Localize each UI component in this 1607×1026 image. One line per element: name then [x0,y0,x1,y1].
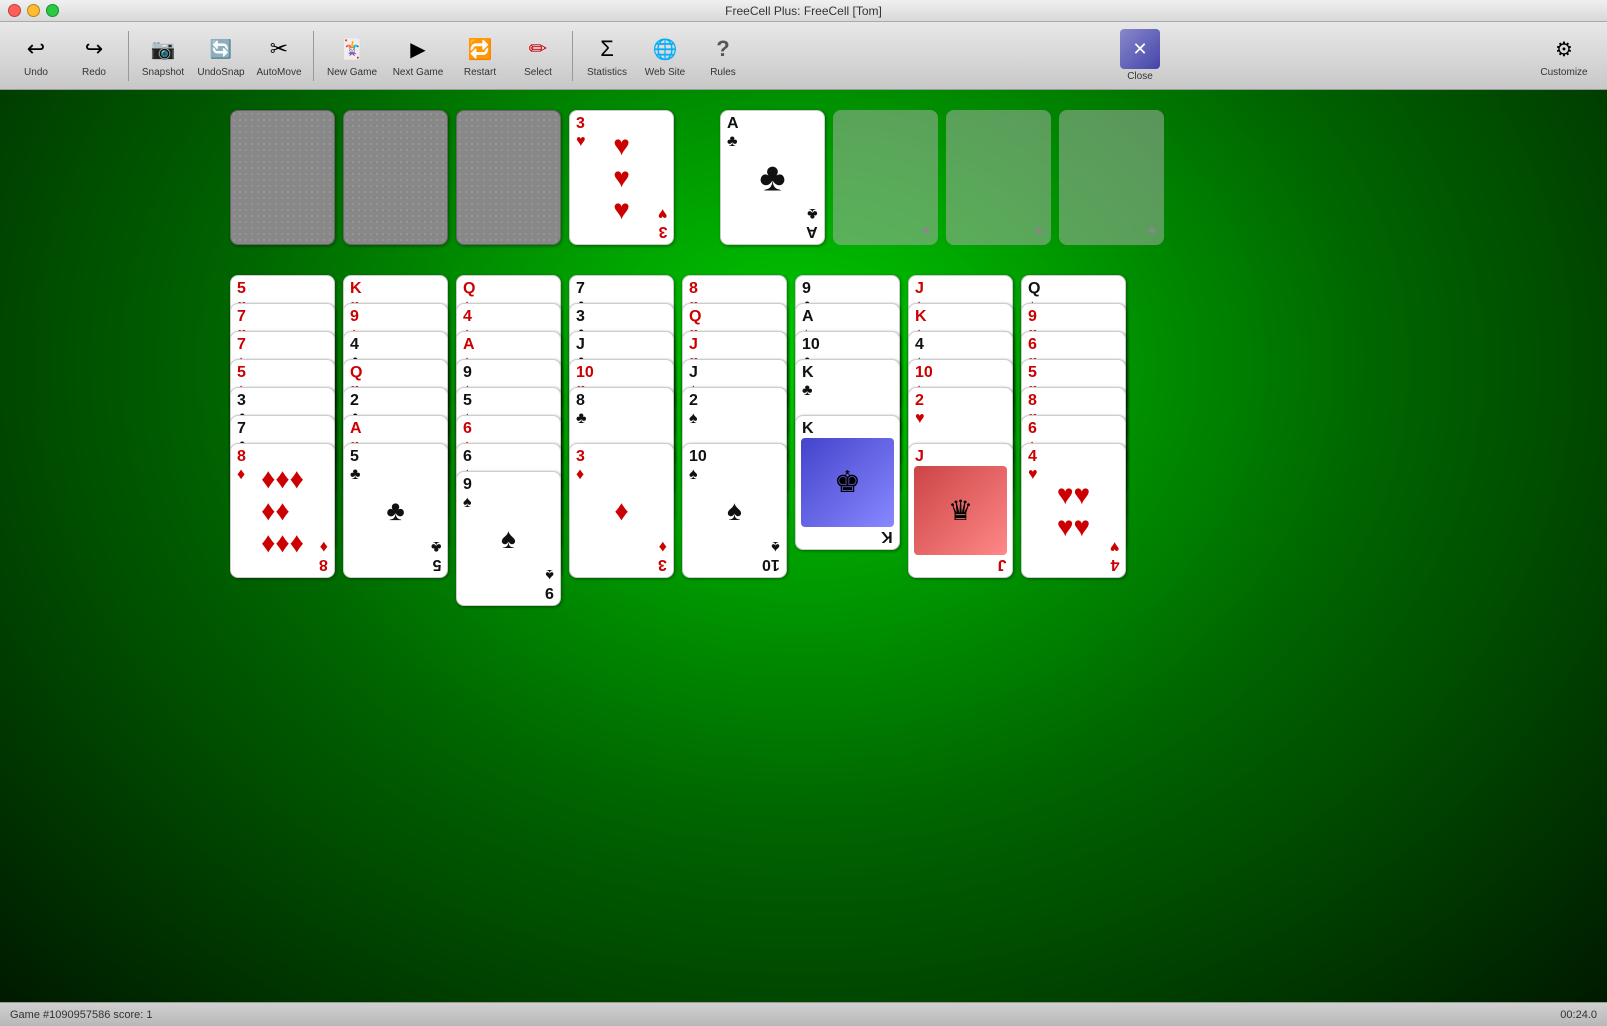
column-7: J♦J♦♦ K♦K♦♛ 4♠4♠♠ 10♦10♦♦ 2♥2♥♥ J♥ J♥ ♛ [908,275,1013,675]
titlebar: FreeCell Plus: FreeCell [Tom] [0,0,1607,22]
close-label: Close [1127,71,1153,82]
card[interactable]: 9♠9♠♠ [456,471,561,606]
select-icon: ✏ [522,33,554,65]
snapshot-button[interactable]: 📷 Snapshot [135,26,191,86]
newgame-label: New Game [327,67,377,78]
card[interactable]: 3♦3♦♦ [569,443,674,578]
undo-label: Undo [24,67,48,78]
statistics-label: Statistics [587,67,627,78]
customize-button[interactable]: ⚙ Customize [1529,26,1599,86]
nextgame-label: Next Game [393,67,444,78]
card-br: A♣ [806,205,818,240]
column-8: Q♠Q♠♚ 9♥9♥♥ 6♥6♥♥ 5♥5♥♥ 8♥8♥♥ 6♦6♦♦ 4♥4♥… [1021,275,1126,675]
column-5: 8♥8♥♥ Q♥Q♥♛ J♥J♥♛ J♠J♠♠ 2♠2♠♠ 10♠10♠♠ [682,275,787,675]
freecell-4-card[interactable]: 3♥ ♥♥♥ 3♥ [569,110,674,245]
automove-icon: ✂ [263,33,295,65]
undosnap-icon: 🔄 [205,33,237,65]
rules-button[interactable]: ? Rules [695,26,751,86]
card[interactable]: 5♣5♣♣ [343,443,448,578]
rules-icon: ? [707,33,739,65]
customize-label: Customize [1540,67,1587,78]
foundation-2[interactable]: ♣ [833,110,938,245]
card-tl: A♣ [727,115,739,150]
card[interactable]: J♥ J♥ ♛ [908,443,1013,578]
restart-button[interactable]: 🔁 Restart [452,26,508,86]
snapshot-icon: 📷 [147,33,179,65]
card-tl: 3♥ [576,115,586,150]
rules-label: Rules [710,67,736,78]
card-br: 3♥ [658,205,668,240]
undosnap-button[interactable]: 🔄 UndoSnap [193,26,249,86]
game-info: Game #1090957586 score: 1 [10,1009,153,1021]
maximize-window-button[interactable] [46,4,59,17]
toolbar-separator-1 [128,31,129,81]
close-icon: ✕ [1120,29,1160,69]
newgame-icon: 🃏 [336,33,368,65]
website-button[interactable]: 🌐 Web Site [637,26,693,86]
minimize-window-button[interactable] [27,4,40,17]
foundation-zone: A♣ ♣ A♣ ♣ ♣ ♣ [720,110,1164,245]
toolbar-separator-3 [572,31,573,81]
freecell-2[interactable] [343,110,448,245]
card[interactable]: K♠ K♠ ♚ [795,415,900,550]
columns-zone: 5♥5♥♥ 7♥7♥♥ 7♦7♦♦ 5♦5♦♦ 3♣3♣♣ 7♣7♣♣ 8♦8♦… [230,275,1126,675]
freecell-1[interactable] [230,110,335,245]
customize-icon: ⚙ [1548,33,1580,65]
redo-label: Redo [82,67,106,78]
window-title: FreeCell Plus: FreeCell [Tom] [725,4,882,18]
column-2: K♥K♥👑 9♦9♦♦ 4♣4♣♣ Q♥Q♥♛ 2♣2♣♣ A♥A♥♥ 5♣5♣… [343,275,448,675]
undo-button[interactable]: ↩ Undo [8,26,64,86]
card-center: ♥♥♥ [613,130,630,226]
foundation-1-card[interactable]: A♣ ♣ A♣ [720,110,825,245]
column-1: 5♥5♥♥ 7♥7♥♥ 7♦7♦♦ 5♦5♦♦ 3♣3♣♣ 7♣7♣♣ 8♦8♦… [230,275,335,675]
website-icon: 🌐 [649,33,681,65]
card-center: ♣ [759,155,785,200]
redo-button[interactable]: ↪ Redo [66,26,122,86]
window-buttons [8,4,59,17]
nextgame-button[interactable]: ▶ Next Game [386,26,450,86]
newgame-button[interactable]: 🃏 New Game [320,26,384,86]
column-3: Q♦Q♦♦ 4♦4♦♦ A♦A♦♦ 9♠9♠♠ 5♠5♠♠ 6♦6♦♦ 6♠6♠… [456,275,561,675]
redo-icon: ↪ [78,33,110,65]
column-6: 9♣9♣♣ A♠A♠♠ 10♣10♣♣ K♣K♣♛ K♠ K♠ ♚ [795,275,900,675]
foundation-3[interactable]: ♣ [946,110,1051,245]
statistics-button[interactable]: Σ Statistics [579,26,635,86]
restart-label: Restart [464,67,496,78]
column-4: 7♣7♣♣ 3♣3♣♣ J♣J♣♣ 10♥10♥♥ 8♣8♣♣ 3♦3♦♦ [569,275,674,675]
card[interactable]: 4♥4♥♥♥♥♥ [1021,443,1126,578]
restart-icon: 🔁 [464,33,496,65]
card[interactable]: 8♦8♦♦♦♦♦♦♦♦♦ [230,443,335,578]
nextgame-icon: ▶ [402,33,434,65]
snapshot-label: Snapshot [142,67,184,78]
undo-icon: ↩ [20,33,52,65]
game-area: 3♥ ♥♥♥ 3♥ A♣ ♣ A♣ ♣ ♣ ♣ 5♥5♥♥ [0,90,1607,1002]
toolbar: ↩ Undo ↪ Redo 📷 Snapshot 🔄 UndoSnap ✂ Au… [0,22,1607,90]
close-window-button[interactable] [8,4,21,17]
website-label: Web Site [645,67,685,78]
select-label: Select [524,67,552,78]
toolbar-separator-2 [313,31,314,81]
automove-button[interactable]: ✂ AutoMove [251,26,307,86]
close-button[interactable]: ✕ Close [1105,26,1175,86]
statusbar: Game #1090957586 score: 1 00:24.0 [0,1002,1607,1026]
statistics-icon: Σ [591,33,623,65]
undosnap-label: UndoSnap [197,67,244,78]
freecell-zone: 3♥ ♥♥♥ 3♥ [230,110,674,245]
game-time: 00:24.0 [1560,1009,1597,1021]
automove-label: AutoMove [256,67,301,78]
select-button[interactable]: ✏ Select [510,26,566,86]
freecell-3[interactable] [456,110,561,245]
card[interactable]: 10♠10♠♠ [682,443,787,578]
foundation-4[interactable]: ♣ [1059,110,1164,245]
